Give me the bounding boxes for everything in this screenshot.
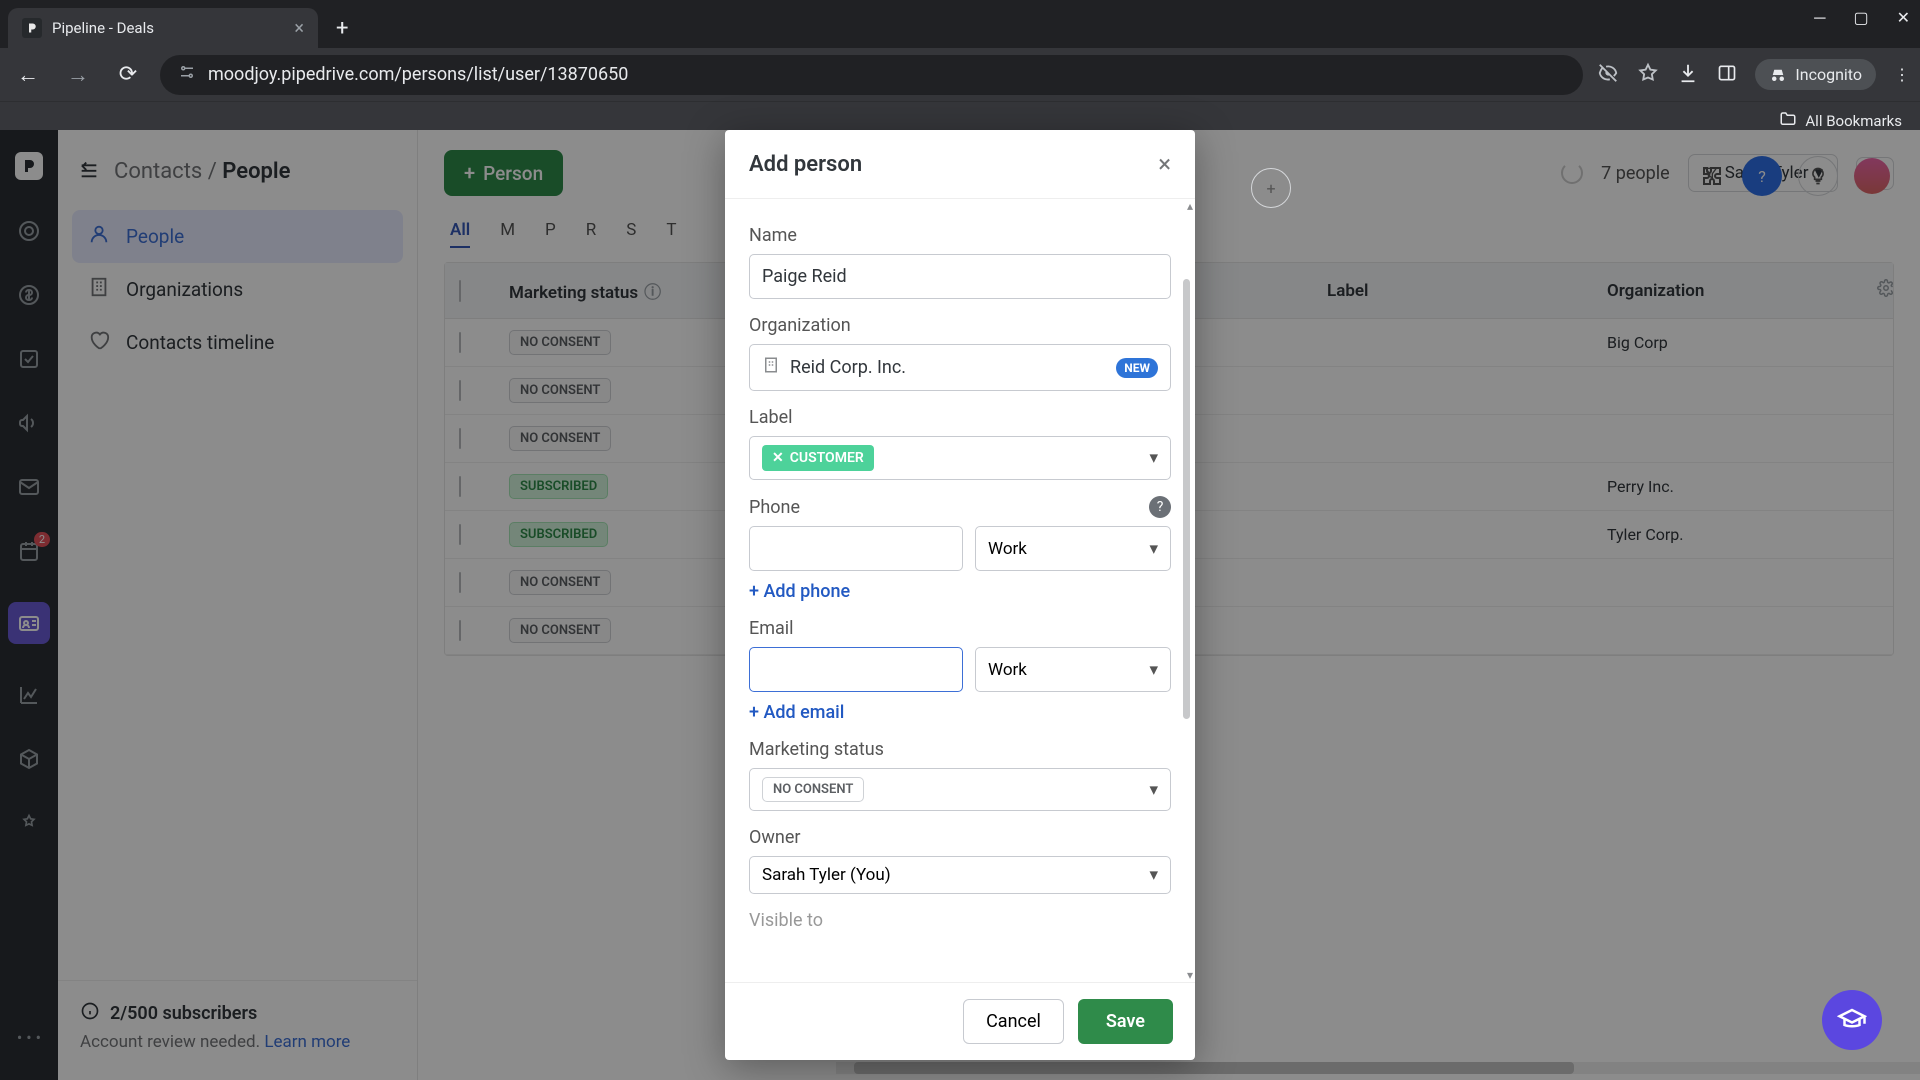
chevron-down-icon: ▾: [1149, 865, 1158, 885]
phone-type-select[interactable]: Work▾: [975, 526, 1171, 571]
add-email-link[interactable]: + Add email: [749, 702, 844, 723]
chevron-down-icon: ▾: [1149, 539, 1158, 559]
email-type-select[interactable]: Work▾: [975, 647, 1171, 692]
organization-input[interactable]: Reid Corp. Inc. NEW: [749, 344, 1171, 391]
nav-back-icon[interactable]: ←: [10, 57, 46, 93]
phone-help-icon[interactable]: ?: [1149, 496, 1171, 518]
tab-favicon: [22, 18, 42, 38]
email-label: Email: [749, 618, 1171, 639]
name-label: Name: [749, 225, 1171, 246]
chevron-down-icon: ▾: [1149, 660, 1158, 680]
name-input[interactable]: [749, 254, 1171, 299]
bookmarks-folder-icon[interactable]: [1779, 110, 1797, 132]
customer-chip[interactable]: ✕CUSTOMER: [762, 445, 874, 471]
building-icon: [762, 356, 780, 379]
quick-add-button[interactable]: +: [1251, 168, 1291, 208]
add-phone-link[interactable]: + Add phone: [749, 581, 850, 602]
education-fab[interactable]: [1822, 990, 1882, 1050]
window-close-icon[interactable]: ✕: [1897, 8, 1910, 28]
modal-close-icon[interactable]: ×: [1158, 150, 1171, 178]
window-maximize-icon[interactable]: ▢: [1853, 8, 1868, 28]
save-button[interactable]: Save: [1078, 999, 1173, 1044]
chevron-down-icon: ▾: [1149, 448, 1158, 468]
nav-reload-icon[interactable]: ⟳: [110, 57, 146, 93]
site-info-icon[interactable]: [178, 63, 196, 86]
label-select[interactable]: ✕CUSTOMER ▾: [749, 436, 1171, 480]
star-icon[interactable]: [1637, 62, 1659, 88]
phone-label: Phone?: [749, 496, 1171, 518]
chip-remove-icon[interactable]: ✕: [772, 450, 784, 466]
window-minimize-icon[interactable]: ─: [1814, 8, 1825, 28]
modal-scrollbar[interactable]: ▴ ▾: [1181, 199, 1193, 982]
owner-select[interactable]: Sarah Tyler (You)▾: [749, 856, 1171, 894]
label-label: Label: [749, 407, 1171, 428]
phone-input[interactable]: [749, 526, 963, 571]
new-tab-button[interactable]: +: [336, 16, 348, 41]
marketing-status-select[interactable]: NO CONSENT▾: [749, 768, 1171, 811]
modal-title: Add person: [749, 152, 862, 177]
all-bookmarks-link[interactable]: All Bookmarks: [1805, 112, 1902, 130]
nav-forward-icon: →: [60, 57, 96, 93]
chevron-down-icon: ▾: [1149, 780, 1158, 800]
url-text: moodjoy.pipedrive.com/persons/list/user/…: [208, 64, 628, 85]
tab-title: Pipeline - Deals: [52, 19, 284, 37]
browser-menu-icon[interactable]: ⋮: [1894, 65, 1910, 84]
download-icon[interactable]: [1677, 62, 1699, 88]
address-bar[interactable]: moodjoy.pipedrive.com/persons/list/user/…: [160, 55, 1583, 95]
marketing-status-label: Marketing status: [749, 739, 1171, 760]
eye-off-icon[interactable]: [1597, 62, 1619, 88]
browser-chrome: Pipeline - Deals × + ─ ▢ ✕ ← → ⟳ moodjoy…: [0, 0, 1920, 130]
owner-label: Owner: [749, 827, 1171, 848]
panel-icon[interactable]: [1717, 63, 1737, 87]
organization-label: Organization: [749, 315, 1171, 336]
email-input[interactable]: [749, 647, 963, 692]
add-person-modal: Add person × ▴ ▾ Name Organization Reid …: [725, 130, 1195, 1060]
tab-close-icon[interactable]: ×: [294, 18, 304, 39]
new-badge: NEW: [1116, 358, 1158, 378]
visible-to-label: Visible to: [749, 910, 1171, 931]
browser-tab[interactable]: Pipeline - Deals ×: [8, 8, 318, 48]
cancel-button[interactable]: Cancel: [963, 999, 1064, 1044]
incognito-badge: Incognito: [1755, 59, 1876, 90]
